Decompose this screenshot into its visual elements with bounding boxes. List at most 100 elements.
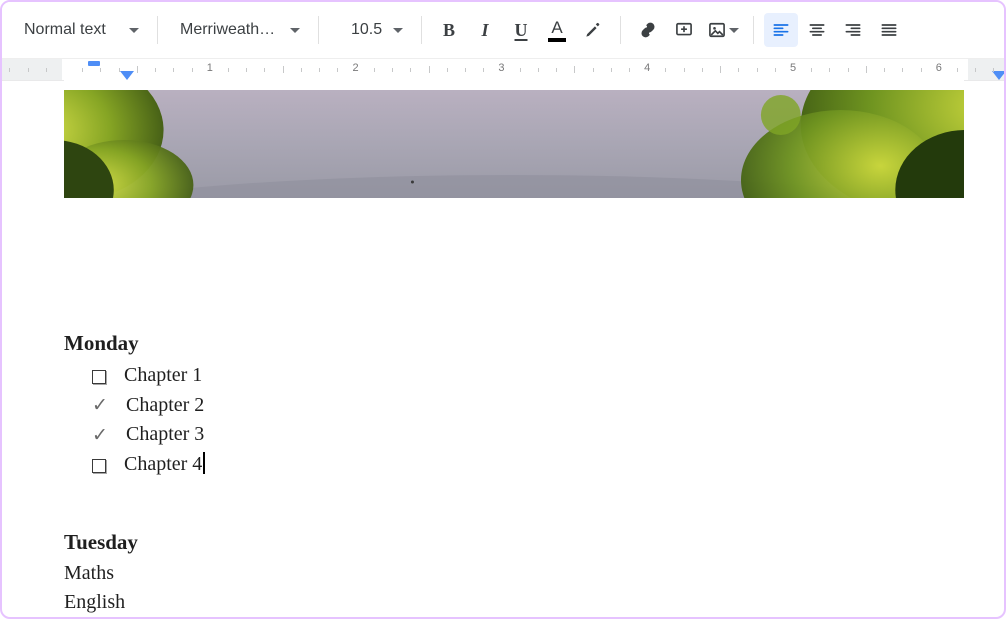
ruler-tick bbox=[866, 66, 867, 73]
chevron-down-icon bbox=[729, 28, 739, 33]
ruler-tick bbox=[301, 68, 302, 72]
ruler-tick bbox=[82, 68, 83, 72]
first-line-indent-marker[interactable] bbox=[88, 61, 100, 66]
insert-image-dropdown[interactable] bbox=[703, 13, 743, 47]
ruler-tick bbox=[975, 68, 976, 72]
checklist-item-label: Chapter 1 bbox=[124, 361, 202, 391]
bold-button[interactable]: B bbox=[432, 13, 466, 47]
align-justify-button[interactable] bbox=[872, 13, 906, 47]
insert-comment-button[interactable] bbox=[667, 13, 701, 47]
checkbox-unchecked-icon[interactable] bbox=[92, 459, 106, 473]
ruler-tick bbox=[28, 68, 29, 72]
align-center-button[interactable] bbox=[800, 13, 834, 47]
checkbox-unchecked-icon[interactable] bbox=[92, 370, 106, 384]
ruler-tick bbox=[520, 68, 521, 72]
align-left-icon bbox=[771, 20, 791, 40]
text-color-icon: A bbox=[548, 19, 566, 42]
align-right-button[interactable] bbox=[836, 13, 870, 47]
text-color-button[interactable]: A bbox=[540, 13, 574, 47]
ruler-tick bbox=[921, 68, 922, 72]
ruler-number: 6 bbox=[936, 62, 942, 74]
ruler-tick bbox=[119, 68, 120, 72]
font-size-value: 10.5 bbox=[351, 21, 382, 39]
highlight-button[interactable] bbox=[576, 13, 610, 47]
checklist-item[interactable]: ✓ Chapter 3 bbox=[92, 420, 964, 450]
separator bbox=[157, 16, 158, 44]
ruler-tick bbox=[593, 68, 594, 72]
ruler-tick bbox=[483, 68, 484, 72]
checkmark-icon[interactable]: ✓ bbox=[92, 392, 108, 420]
highlighter-icon bbox=[583, 20, 603, 40]
italic-button[interactable]: I bbox=[468, 13, 502, 47]
insert-link-button[interactable] bbox=[631, 13, 665, 47]
ruler-tick bbox=[319, 68, 320, 72]
ruler-tick bbox=[829, 68, 830, 72]
horizontal-ruler[interactable]: 123456 bbox=[2, 58, 1004, 80]
checklist-item-label: Chapter 3 bbox=[126, 420, 204, 450]
heading: Monday bbox=[64, 328, 964, 359]
heading: Tuesday bbox=[64, 527, 964, 558]
checklist-item-label: Chapter 4 bbox=[124, 450, 205, 480]
ruler-number: 4 bbox=[644, 62, 650, 74]
link-icon bbox=[638, 20, 658, 40]
left-indent-marker[interactable] bbox=[120, 71, 134, 80]
document-page[interactable]: Monday Chapter 1 ✓ Chapter 2 ✓ Chapter 3… bbox=[64, 80, 964, 617]
checklist: Chapter 1 ✓ Chapter 2 ✓ Chapter 3 Chapte… bbox=[92, 361, 964, 479]
ruler-tick bbox=[429, 66, 430, 73]
align-justify-icon bbox=[879, 20, 899, 40]
chevron-down-icon bbox=[393, 28, 403, 33]
separator bbox=[620, 16, 621, 44]
ruler-tick bbox=[848, 68, 849, 72]
ruler-tick bbox=[447, 68, 448, 72]
ruler-tick bbox=[173, 68, 174, 72]
ruler-number: 3 bbox=[498, 62, 504, 74]
checklist-item-label: Chapter 2 bbox=[126, 391, 204, 421]
ruler-tick bbox=[46, 68, 47, 72]
ruler-tick bbox=[246, 68, 247, 72]
paragraph-style-label: Normal text bbox=[24, 21, 106, 39]
right-indent-marker[interactable] bbox=[992, 71, 1006, 80]
ruler-tick bbox=[155, 68, 156, 72]
checklist-item[interactable]: ✓ Chapter 2 bbox=[92, 391, 964, 421]
ruler-tick bbox=[228, 68, 229, 72]
ruler-tick bbox=[264, 68, 265, 72]
image-icon bbox=[707, 20, 727, 40]
font-size-dropdown[interactable]: 10.5 bbox=[329, 12, 411, 48]
ruler-tick bbox=[684, 68, 685, 72]
paragraph-style-dropdown[interactable]: Normal text bbox=[12, 12, 147, 48]
ruler-tick bbox=[757, 68, 758, 72]
font-family-dropdown[interactable]: Merriweath… bbox=[168, 12, 308, 48]
section-monday: Monday Chapter 1 ✓ Chapter 2 ✓ Chapter 3… bbox=[64, 328, 964, 479]
ruler-tick bbox=[611, 68, 612, 72]
ruler-tick bbox=[337, 68, 338, 72]
ruler-tick bbox=[374, 68, 375, 72]
checklist-item[interactable]: Chapter 1 bbox=[92, 361, 964, 391]
ruler-tick bbox=[993, 68, 994, 72]
checklist-item[interactable]: Chapter 4 bbox=[92, 450, 964, 480]
ruler-tick bbox=[629, 68, 630, 72]
ruler-tick bbox=[811, 68, 812, 72]
chevron-down-icon bbox=[290, 28, 300, 33]
ruler-tick bbox=[738, 68, 739, 72]
header-image[interactable] bbox=[64, 90, 964, 198]
text-cursor bbox=[203, 452, 204, 474]
chevron-down-icon bbox=[129, 28, 139, 33]
underline-button[interactable]: U bbox=[504, 13, 538, 47]
separator bbox=[318, 16, 319, 44]
ruler-tick bbox=[392, 68, 393, 72]
ruler-tick bbox=[410, 68, 411, 72]
ruler-tick bbox=[9, 68, 10, 72]
align-left-button[interactable] bbox=[764, 13, 798, 47]
ruler-tick bbox=[283, 66, 284, 73]
checkmark-icon[interactable]: ✓ bbox=[92, 422, 108, 450]
italic-icon: I bbox=[481, 20, 488, 41]
document-body[interactable]: Monday Chapter 1 ✓ Chapter 2 ✓ Chapter 3… bbox=[64, 328, 964, 618]
section-tuesday: Tuesday Maths English bbox=[64, 527, 964, 617]
ruler-tick bbox=[665, 68, 666, 72]
underline-icon: U bbox=[515, 20, 528, 41]
ruler-tick bbox=[702, 68, 703, 72]
ruler-tick bbox=[957, 68, 958, 72]
separator bbox=[421, 16, 422, 44]
ruler-tick bbox=[720, 66, 721, 73]
ruler-number: 2 bbox=[353, 62, 359, 74]
